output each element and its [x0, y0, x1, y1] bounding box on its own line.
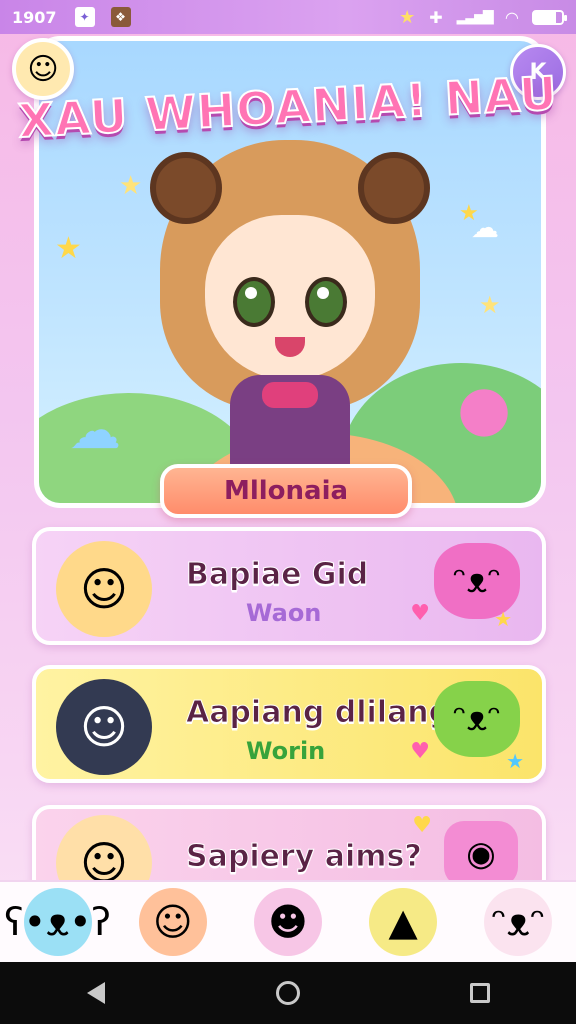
recents-icon	[470, 983, 490, 1003]
bunny-mascot-icon: ᵔᴥᵔ	[491, 899, 546, 944]
dark-hair-girl-avatar: ☺	[56, 679, 152, 775]
ghost-icon: ☁	[471, 211, 499, 244]
home-button[interactable]	[258, 968, 318, 1018]
star-icon: ★	[55, 231, 82, 266]
bear-ear-left	[150, 152, 222, 224]
heart-icon: ♥	[410, 601, 430, 626]
back-button[interactable]	[66, 968, 126, 1018]
star-icon: ★	[399, 6, 416, 28]
status-time: 1907	[12, 7, 57, 27]
card-title: Aapiang dlilang	[185, 695, 451, 731]
character-card[interactable]: ☺ Bapiae Gid Waon ᵔᴥᵔ ♥ ★	[32, 527, 546, 645]
star-icon: ★	[479, 291, 501, 319]
recents-button[interactable]	[450, 968, 510, 1018]
main-character-illustration[interactable]	[150, 140, 430, 465]
heart-icon: ♥	[412, 813, 432, 838]
signal-icon: ▂▃▅▇	[456, 9, 494, 25]
blue-bear-icon: ʕ•ᴥ•ʔ	[4, 899, 111, 944]
card-subtitle: Waon	[246, 599, 322, 627]
app-notification-icon: ✦	[74, 7, 95, 27]
card-subtitle: Worin	[246, 737, 326, 765]
bear-ear-right	[358, 152, 430, 224]
battery-level	[534, 11, 557, 23]
system-navigation-bar	[0, 962, 576, 1024]
nav-yellow-party-mascot[interactable]: ▲	[369, 888, 438, 956]
back-icon	[87, 982, 105, 1004]
bottom-navigation: ʕ•ᴥ•ʔ ☺ ☻ ▲ ᵔᴥᵔ	[0, 880, 576, 962]
wifi-icon: ◠	[505, 7, 518, 27]
pink-bear-mascot-icon: ●	[457, 371, 512, 444]
nav-ponytail-character[interactable]: ☻	[253, 888, 322, 956]
ponytail-girl-icon: ☻	[268, 900, 308, 944]
nav-blue-bear-character[interactable]: ʕ•ᴥ•ʔ	[4, 888, 111, 956]
card-title: Sapiery aims?	[186, 839, 423, 875]
character-face	[205, 215, 375, 380]
home-icon	[276, 981, 300, 1005]
nav-orange-hair-character[interactable]: ☺	[138, 888, 207, 956]
character-name: Mllonaia	[223, 476, 349, 506]
nav-white-bunny-mascot[interactable]: ᵔᴥᵔ	[484, 888, 553, 956]
star-icon: ★	[119, 171, 143, 201]
girl-avatar-icon: ☺	[27, 51, 59, 87]
battery-icon	[532, 9, 567, 25]
ghost-icon: ☁	[69, 401, 121, 461]
sparkle-icon: ✚	[429, 7, 443, 27]
green-cat-mascot-icon: ᵔᴥᵔ	[434, 681, 520, 757]
heart-icon: ♥	[410, 739, 430, 764]
character-bow	[262, 382, 318, 408]
blonde-girl-avatar: ☺	[56, 541, 152, 637]
character-card[interactable]: ☺ Aapiang dlilang Worin ᵔᴥᵔ ♥ ★	[32, 665, 546, 783]
card-title: Bapiae Gid	[185, 557, 369, 593]
game-notification-icon: ❖	[110, 7, 131, 27]
character-mouth	[275, 337, 305, 357]
pink-button-mascot-icon: ◉	[444, 821, 518, 887]
party-mascot-icon: ▲	[388, 900, 418, 944]
star-icon: ★	[506, 749, 524, 773]
character-name-plate[interactable]: Mllonaia	[160, 464, 412, 518]
orange-girl-icon: ☺	[152, 900, 193, 944]
character-eye-right	[305, 277, 347, 327]
character-eye-left	[233, 277, 275, 327]
status-bar: 1907 ✦ ❖ ★ ✚ ▂▃▅▇ ◠	[0, 0, 576, 34]
star-icon: ★	[494, 607, 512, 631]
